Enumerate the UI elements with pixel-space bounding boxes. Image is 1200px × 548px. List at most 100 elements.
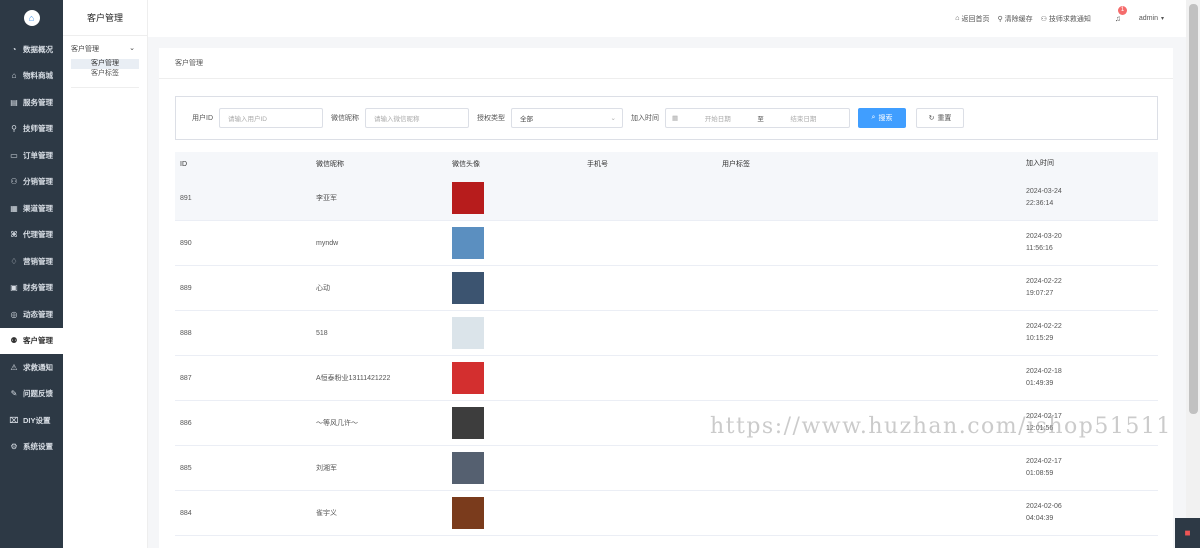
subnav-group[interactable]: 客户管理 ⌄ [63,36,147,54]
table-row[interactable]: 884 雀宇义 2024-02-06 04:04:39 [175,491,1158,536]
refresh-icon: ↻ [928,115,935,122]
join-date: 2024-03-20 [1026,233,1062,240]
sidebar-item-label: 系统设置 [23,442,53,452]
join-date: 2024-03-24 [1026,188,1062,195]
cell-nickname: myndw [316,239,339,247]
watermark: https://www.huzhan.com/ishop51511 [710,414,1172,439]
cell-id: 888 [180,329,192,337]
cell-nickname: A恒泰粉业13111421222 [316,375,391,382]
sidebar-item-7[interactable]: ⌘ 代理管理 [0,222,63,249]
menu-icon: ▤ [10,97,18,107]
sidebar-item-9[interactable]: ▣ 财务管理 [0,275,63,302]
page-scrollbar[interactable] [1186,0,1200,548]
table-row[interactable]: 885 刘湘军 2024-02-17 01:08:59 [175,446,1158,491]
bell-icon: ♫ [1114,14,1121,23]
menu-icon: ▣ [10,283,18,293]
sub-sidebar-title: 客户管理 [63,0,147,36]
sidebar-item-15[interactable]: ⚙ 系统设置 [0,434,63,461]
menu-icon: ◎ [10,309,18,319]
divider [71,87,139,88]
sidebar-item-12[interactable]: ⚠ 求救通知 [0,354,63,381]
sidebar-item-4[interactable]: ▭ 订单管理 [0,142,63,169]
cell-join-time: 2024-02-06 04:04:39 [1021,501,1158,525]
cell-nickname: 雀宇义 [316,510,337,517]
menu-icon: ⚉ [10,336,18,346]
main-sidebar: ⌂ ◔ 数据概况 ⌂ 物料商城 ▤ 服务管理 ⚲ 技师管理 ▭ 订单管理 ⚇ 分销管理 ▦ 渠道管理 ⌘ 代理… [0,0,63,548]
menu-icon: ♢ [10,256,18,266]
avatar[interactable] [452,407,484,439]
scrollbar-thumb[interactable] [1189,4,1198,414]
col-id[interactable]: ID [175,161,311,168]
sidebar-item-label: 求救通知 [23,362,53,372]
col-join-time[interactable]: 加入时间 [1021,158,1158,170]
table-row[interactable]: 891 李亚军 2024-03-24 22:36:14 [175,176,1158,221]
cell-id: 884 [180,509,192,517]
avatar[interactable] [452,182,484,214]
sidebar-item-label: 客户管理 [23,336,53,346]
sidebar-item-10[interactable]: ◎ 动态管理 [0,301,63,328]
subnav-item-tags[interactable]: 客户标签 [71,69,139,79]
table-header: ID 微信昵称 微信头像 手机号 用户标签 加入时间 [175,152,1158,176]
sub-sidebar: 客户管理 客户管理 ⌄ 客户管理 客户标签 [63,0,148,548]
menu-icon: ⚇ [10,177,18,187]
menu-icon: ⌘ [10,230,18,240]
cell-join-time: 2024-03-24 22:36:14 [1021,186,1158,210]
join-time-label: 加入时间 [631,115,659,122]
avatar[interactable] [452,362,484,394]
home-link[interactable]: ⌂ 返回首页 [955,14,989,24]
main-card: 客户管理 用户ID 请输入用户ID 微信昵称 请输入微信昵称 授权类型 全部 ⌄… [159,48,1173,548]
avatar[interactable] [452,272,484,304]
table-row[interactable]: 887 A恒泰粉业13111421222 2024-02-18 01:49:39 [175,356,1158,401]
avatar[interactable] [452,317,484,349]
alert-link[interactable]: ⚇ 技师求救通知 [1041,14,1091,24]
nickname-input[interactable]: 请输入微信昵称 [365,108,469,128]
cell-nickname: 李亚军 [316,195,337,202]
folder-icon[interactable]: ■ [1175,518,1200,548]
auth-type-select[interactable]: 全部 ⌄ [511,108,623,128]
table-row[interactable]: 890 myndw 2024-03-20 11:56:16 [175,221,1158,266]
date-range-picker[interactable]: ▦ 开始日期 至 结束日期 [665,108,850,128]
calendar-icon: ▦ [672,115,679,122]
sidebar-item-label: 物料商城 [23,71,53,81]
sidebar-item-0[interactable]: ◔ 数据概况 [0,36,63,63]
cell-join-time: 2024-02-17 01:08:59 [1021,456,1158,480]
cell-nickname: 518 [316,329,328,337]
table-row[interactable]: 889 心动 2024-02-22 19:07:27 [175,266,1158,311]
sidebar-item-1[interactable]: ⌂ 物料商城 [0,63,63,90]
notification-bell[interactable]: ♫ 1 [1114,6,1128,23]
avatar[interactable] [452,452,484,484]
sidebar-item-14[interactable]: ⌧ DIY设置 [0,407,63,434]
range-separator: 至 [757,116,764,123]
sidebar-item-6[interactable]: ▦ 渠道管理 [0,195,63,222]
clear-cache-link[interactable]: ⚲ 清除缓存 [997,14,1032,24]
menu-icon: ▦ [10,203,18,213]
sidebar-item-13[interactable]: ✎ 问题反馈 [0,381,63,408]
sidebar-item-8[interactable]: ♢ 营销管理 [0,248,63,275]
user-menu[interactable]: admin ▾ [1139,15,1164,22]
start-date[interactable]: 开始日期 [705,113,731,123]
sidebar-item-label: 渠道管理 [23,203,53,213]
join-date: 2024-02-17 [1026,458,1062,465]
search-button[interactable]: ⌕ 搜索 [858,108,906,128]
join-date: 2024-02-06 [1026,503,1062,510]
reset-button[interactable]: ↻ 重置 [916,108,964,128]
sidebar-item-5[interactable]: ⚇ 分销管理 [0,169,63,196]
col-tags[interactable]: 用户标签 [717,159,1021,169]
subnav-item-customers[interactable]: 客户管理 [71,59,139,69]
avatar[interactable] [452,227,484,259]
col-avatar[interactable]: 微信头像 [447,159,582,169]
sidebar-item-3[interactable]: ⚲ 技师管理 [0,116,63,143]
user-id-input[interactable]: 请输入用户ID [219,108,323,128]
cell-avatar [447,227,582,259]
avatar[interactable] [452,497,484,529]
logo[interactable]: ⌂ [0,0,63,36]
sidebar-item-2[interactable]: ▤ 服务管理 [0,89,63,116]
end-date[interactable]: 结束日期 [790,113,816,123]
cell-nickname: 刘湘军 [316,465,337,472]
col-phone[interactable]: 手机号 [582,159,717,169]
table-row[interactable]: 888 518 2024-02-22 10:15:29 [175,311,1158,356]
customer-table: ID 微信昵称 微信头像 手机号 用户标签 加入时间 891 李亚军 2024-03… [175,152,1158,536]
sidebar-item-11[interactable]: ⚉ 客户管理 [0,327,63,354]
cell-nickname: 心动 [316,285,330,292]
col-nickname[interactable]: 微信昵称 [311,159,447,169]
